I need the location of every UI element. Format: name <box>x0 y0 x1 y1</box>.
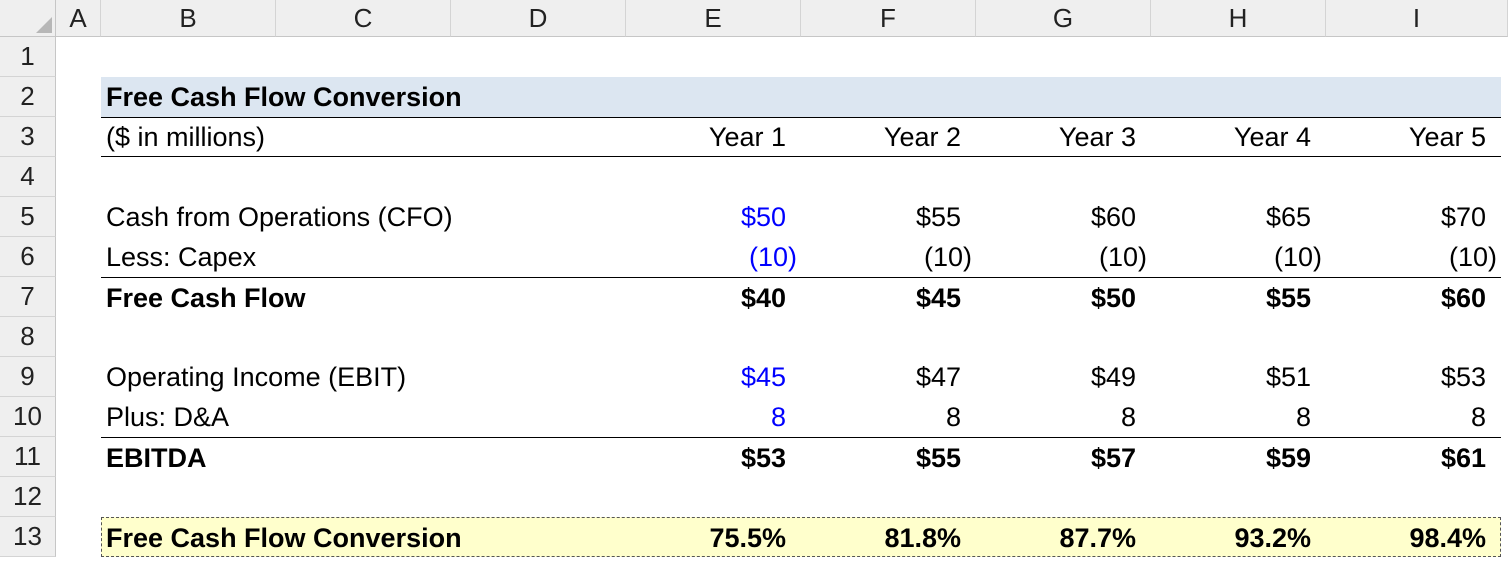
conversion-year-2[interactable]: 81.8% <box>801 518 961 558</box>
row-header-10[interactable]: 10 <box>0 397 56 437</box>
fcf-year-1[interactable]: $40 <box>626 278 786 318</box>
year-header-4[interactable]: Year 4 <box>1151 117 1311 157</box>
fcf-label[interactable]: Free Cash Flow <box>106 278 306 318</box>
cfo-year-2[interactable]: $55 <box>801 197 961 237</box>
fcf-year-2[interactable]: $45 <box>801 278 961 318</box>
cfo-label[interactable]: Cash from Operations (CFO) <box>106 197 453 237</box>
conversion-label[interactable]: Free Cash Flow Conversion <box>106 518 462 558</box>
capex-year-5[interactable]: (10) <box>1326 237 1497 277</box>
column-header-a[interactable]: A <box>56 0 101 37</box>
da-year-1[interactable]: 8 <box>626 397 786 437</box>
capex-year-3[interactable]: (10) <box>976 237 1147 277</box>
ebitda-year-3[interactable]: $57 <box>976 438 1136 478</box>
row-header-5[interactable]: 5 <box>0 197 56 237</box>
column-header-d[interactable]: D <box>451 0 626 37</box>
ebitda-year-2[interactable]: $55 <box>801 438 961 478</box>
capex-year-4[interactable]: (10) <box>1151 237 1322 277</box>
cfo-year-3[interactable]: $60 <box>976 197 1136 237</box>
da-year-4[interactable]: 8 <box>1151 397 1311 437</box>
capex-year-1[interactable]: (10) <box>626 237 797 277</box>
row-header-8[interactable]: 8 <box>0 317 56 357</box>
table-title[interactable]: Free Cash Flow Conversion <box>106 77 462 117</box>
ebit-label[interactable]: Operating Income (EBIT) <box>106 357 406 397</box>
ebit-year-3[interactable]: $49 <box>976 357 1136 397</box>
capex-label[interactable]: Less: Capex <box>106 237 256 277</box>
year-header-2[interactable]: Year 2 <box>801 117 961 157</box>
row-header-7[interactable]: 7 <box>0 277 56 317</box>
year-header-3[interactable]: Year 3 <box>976 117 1136 157</box>
row-header-9[interactable]: 9 <box>0 357 56 397</box>
row-header-1[interactable]: 1 <box>0 37 56 77</box>
select-all-corner[interactable] <box>0 0 56 37</box>
column-header-i[interactable]: I <box>1326 0 1508 37</box>
ebitda-year-1[interactable]: $53 <box>626 438 786 478</box>
column-header-e[interactable]: E <box>626 0 801 37</box>
fcf-year-5[interactable]: $60 <box>1326 278 1486 318</box>
row-header-4[interactable]: 4 <box>0 157 56 197</box>
spreadsheet-grid: A B C D E F G H I 1 2 3 4 5 6 7 8 9 10 1… <box>0 0 1508 565</box>
capex-year-2[interactable]: (10) <box>801 237 972 277</box>
da-year-3[interactable]: 8 <box>976 397 1136 437</box>
conversion-year-5[interactable]: 98.4% <box>1326 518 1486 558</box>
row-header-3[interactable]: 3 <box>0 117 56 157</box>
row-header-13[interactable]: 13 <box>0 517 56 557</box>
row-header-11[interactable]: 11 <box>0 437 56 477</box>
column-header-c[interactable]: C <box>276 0 451 37</box>
column-header-h[interactable]: H <box>1151 0 1326 37</box>
year-header-5[interactable]: Year 5 <box>1326 117 1486 157</box>
ebit-year-2[interactable]: $47 <box>801 357 961 397</box>
column-header-f[interactable]: F <box>801 0 976 37</box>
da-year-5[interactable]: 8 <box>1326 397 1486 437</box>
year-header-1[interactable]: Year 1 <box>626 117 786 157</box>
da-year-2[interactable]: 8 <box>801 397 961 437</box>
ebitda-year-5[interactable]: $61 <box>1326 438 1486 478</box>
conversion-year-1[interactable]: 75.5% <box>626 518 786 558</box>
ebitda-label[interactable]: EBITDA <box>106 438 207 478</box>
column-header-g[interactable]: G <box>976 0 1151 37</box>
ebit-year-4[interactable]: $51 <box>1151 357 1311 397</box>
da-label[interactable]: Plus: D&A <box>106 397 229 437</box>
ebit-year-1[interactable]: $45 <box>626 357 786 397</box>
cfo-year-5[interactable]: $70 <box>1326 197 1486 237</box>
cfo-year-4[interactable]: $65 <box>1151 197 1311 237</box>
select-all-triangle-icon <box>36 17 52 33</box>
fcf-year-4[interactable]: $55 <box>1151 278 1311 318</box>
ebitda-year-4[interactable]: $59 <box>1151 438 1311 478</box>
cfo-year-1[interactable]: $50 <box>626 197 786 237</box>
fcf-year-3[interactable]: $50 <box>976 278 1136 318</box>
conversion-year-3[interactable]: 87.7% <box>976 518 1136 558</box>
conversion-year-4[interactable]: 93.2% <box>1151 518 1311 558</box>
row-header-2[interactable]: 2 <box>0 77 56 117</box>
row-header-12[interactable]: 12 <box>0 477 56 517</box>
units-label[interactable]: ($ in millions) <box>106 117 265 157</box>
column-header-b[interactable]: B <box>101 0 276 37</box>
row-header-6[interactable]: 6 <box>0 237 56 277</box>
ebit-year-5[interactable]: $53 <box>1326 357 1486 397</box>
